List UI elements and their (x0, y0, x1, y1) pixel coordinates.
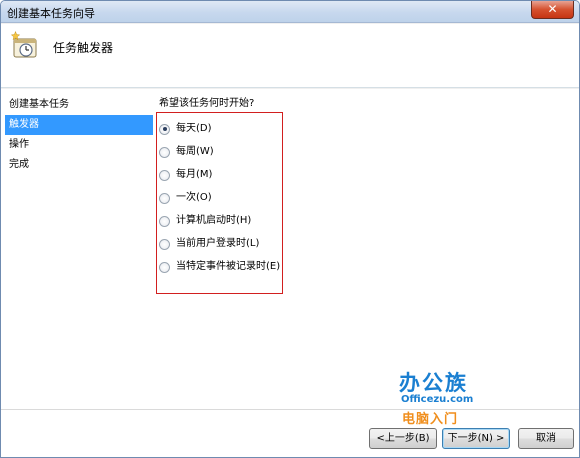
option-label: 每月(M) (176, 169, 213, 180)
radio-option-once[interactable]: 一次(O) (159, 190, 212, 206)
footer-divider (1, 409, 579, 410)
option-label: 每周(W) (176, 146, 214, 157)
wizard-header: 任务触发器 (1, 24, 579, 88)
nav-item-create-task[interactable]: 创建基本任务 (5, 95, 153, 115)
trigger-panel: 希望该任务何时开始? 每天(D) 每周(W) 每月(M) 一次(O) 计算机启动… (156, 95, 569, 294)
radio-button[interactable] (159, 123, 170, 135)
radio-button[interactable] (159, 215, 170, 227)
cancel-button[interactable]: 取消 (518, 428, 574, 449)
radio-button[interactable] (159, 261, 170, 273)
nav-item-finish[interactable]: 完成 (5, 155, 153, 175)
close-button[interactable]: ✕ (531, 1, 574, 19)
watermark-url: Officezu.com (401, 394, 474, 405)
wizard-window: 创建基本任务向导 ✕ 任务触发器 创建基本任务 触发器 操作 完成 希望该任务何… (0, 0, 580, 458)
nav-item-trigger[interactable]: 触发器 (5, 115, 153, 135)
option-label: 当特定事件被记录时(E) (176, 261, 281, 272)
radio-option-monthly[interactable]: 每月(M) (159, 167, 212, 183)
trigger-prompt: 希望该任务何时开始? (159, 98, 255, 109)
radio-button[interactable] (159, 192, 170, 204)
close-icon: ✕ (547, 2, 558, 16)
wizard-steps-nav: 创建基本任务 触发器 操作 完成 (5, 95, 153, 175)
radio-option-logon[interactable]: 当前用户登录时(L) (159, 236, 259, 252)
watermark-subtitle: 电脑入门 (402, 412, 459, 427)
radio-option-event[interactable]: 当特定事件被记录时(E) (159, 259, 280, 275)
radio-button[interactable] (159, 238, 170, 250)
radio-option-weekly[interactable]: 每周(W) (159, 144, 214, 160)
next-button[interactable]: 下一步(N) > (442, 428, 510, 449)
radio-option-daily[interactable]: 每天(D) (159, 121, 212, 137)
radio-button[interactable] (159, 146, 170, 158)
back-button[interactable]: <上一步(B) (369, 428, 437, 449)
watermark-logo: 办公族 Officezu.com 电脑入门 (399, 367, 499, 427)
option-label: 每天(D) (176, 123, 212, 134)
window-title: 创建基本任务向导 (7, 7, 95, 20)
wizard-content: 创建基本任务 触发器 操作 完成 希望该任务何时开始? 每天(D) 每周(W) … (1, 89, 579, 457)
watermark-brand: 办公族 (399, 371, 468, 395)
radio-button[interactable] (159, 169, 170, 181)
option-label: 当前用户登录时(L) (176, 238, 260, 249)
clock-task-icon (11, 31, 37, 58)
option-label: 一次(O) (176, 192, 212, 203)
radio-option-startup[interactable]: 计算机启动时(H) (159, 213, 251, 229)
title-bar[interactable]: 创建基本任务向导 ✕ (1, 1, 579, 23)
page-title: 任务触发器 (53, 41, 114, 55)
nav-item-action[interactable]: 操作 (5, 135, 153, 155)
option-label: 计算机启动时(H) (176, 215, 252, 226)
